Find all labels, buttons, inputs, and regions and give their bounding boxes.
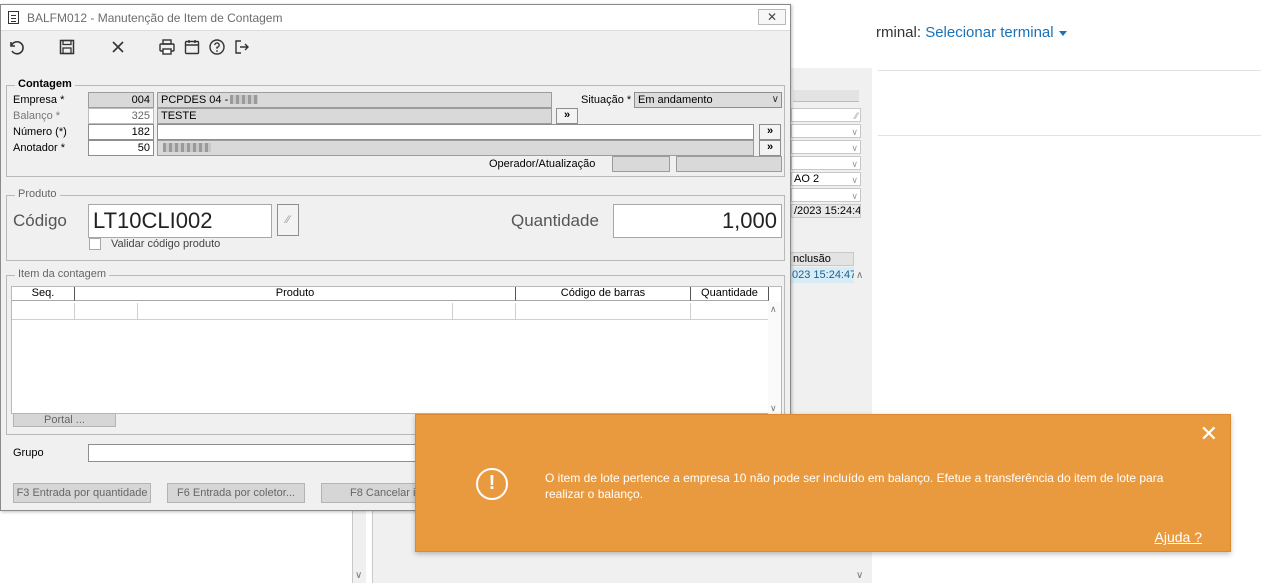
f6-entrada-coletor-button[interactable]: F6 Entrada por coletor... <box>167 483 305 503</box>
chevron-down-icon: ∨ <box>851 191 858 201</box>
table-cell[interactable] <box>691 303 769 320</box>
select-terminal-link[interactable]: Selecionar terminal <box>925 24 1053 41</box>
produto-title: Produto <box>15 188 60 200</box>
scroll-up-icon[interactable]: ∧ <box>856 270 863 281</box>
background-grid-header: nclusão <box>790 252 854 266</box>
table-cell[interactable] <box>12 303 75 320</box>
table-scrollbar[interactable]: ∧ ∨ <box>768 302 781 414</box>
codigo-field[interactable]: LT10CLI002 <box>88 204 272 238</box>
chevron-down-icon: ∨ <box>851 175 858 185</box>
terminal-label: rminal: <box>876 24 922 41</box>
numero-field[interactable]: 182 <box>88 124 154 140</box>
undo-icon[interactable] <box>7 38 27 58</box>
terminal-selector: rminal: Selecionar terminal <box>876 24 1067 41</box>
background-field[interactable]: ∨ <box>791 156 861 170</box>
save-icon[interactable] <box>58 38 78 58</box>
operador-field <box>612 156 670 172</box>
balanco-code-field: 325 <box>88 108 154 124</box>
anotador-code-field[interactable]: 50 <box>88 140 154 156</box>
chevron-down-icon: ∨ <box>851 143 858 153</box>
numero-description-field <box>157 124 754 140</box>
background-field[interactable]: ∨ <box>791 188 861 202</box>
codigo-label: Código <box>13 211 67 230</box>
chevron-down-icon: ∨ <box>771 94 779 105</box>
itens-title: Item da contagem <box>15 268 110 280</box>
print-icon[interactable] <box>158 38 178 58</box>
grupo-field[interactable] <box>88 444 418 462</box>
chevron-down-icon: ∨ <box>851 159 858 169</box>
close-window-button[interactable]: ✕ <box>758 9 786 25</box>
anotador-lookup-button[interactable]: » <box>759 140 781 156</box>
scroll-up-icon[interactable]: ∧ <box>770 304 777 315</box>
caret-down-icon[interactable] <box>1058 30 1067 36</box>
chevron-down-icon: ∨ <box>851 127 858 137</box>
chevron-down-icon: ⁄⁄ <box>854 111 858 121</box>
itens-table: Seq. Produto Código de barras Quantidade… <box>11 286 782 414</box>
error-toast: ✕ ! O item de lote pertence a empresa 10… <box>415 414 1231 552</box>
column-header-produto[interactable]: Produto <box>75 287 516 301</box>
help-icon[interactable] <box>208 38 228 58</box>
cancel-icon[interactable] <box>109 38 129 58</box>
redacted-text <box>163 143 211 152</box>
situacao-select[interactable]: Em andamento ∨ <box>634 92 782 108</box>
portal-button[interactable]: Portal ... <box>13 413 116 427</box>
toolbar <box>1 32 790 62</box>
scroll-down-icon[interactable]: ∨ <box>355 570 362 581</box>
table-cell[interactable] <box>75 303 138 320</box>
quantidade-label: Quantidade <box>511 211 599 230</box>
balanco-lookup-button[interactable]: » <box>556 108 578 124</box>
document-icon <box>8 11 19 24</box>
balanco-label: Balanço * <box>13 110 61 122</box>
calendar-icon[interactable] <box>183 38 203 58</box>
empresa-code-field: 004 <box>88 92 154 108</box>
background-field[interactable]: ⁄⁄ <box>791 108 861 122</box>
contagem-title: Contagem <box>15 78 75 90</box>
background-panel-header <box>793 90 859 102</box>
table-cell[interactable] <box>516 303 691 320</box>
alert-circle-icon: ! <box>476 468 508 500</box>
table-cell[interactable] <box>138 303 453 320</box>
table-cell[interactable] <box>453 303 516 320</box>
background-grid-row[interactable]: 023 15:24:47 <box>790 267 854 283</box>
background-field[interactable]: AO 2 ∨ <box>791 172 861 186</box>
toast-message: O item de lote pertence a empresa 10 não… <box>545 471 1164 501</box>
validar-label: Validar código produto <box>111 238 221 250</box>
balanco-name-field: TESTE <box>157 108 552 124</box>
f3-entrada-quantidade-button[interactable]: F3 Entrada por quantidade <box>13 483 151 503</box>
column-header-seq[interactable]: Seq. <box>12 287 75 301</box>
column-header-quantidade[interactable]: Quantidade <box>691 287 769 301</box>
redacted-text <box>230 95 259 104</box>
background-scrollbar[interactable]: ∨ <box>352 510 366 583</box>
grupo-label: Grupo <box>13 447 44 459</box>
scroll-down-icon[interactable]: ∨ <box>770 403 777 414</box>
quantidade-field[interactable]: 1,000 <box>613 204 782 238</box>
title-bar: BALFM012 - Manutenção de Item de Contage… <box>1 5 790 31</box>
header-divider <box>878 70 1261 71</box>
empresa-name-field: PCPDES 04 - <box>157 92 552 108</box>
anotador-label: Anotador * <box>13 142 65 154</box>
anotador-name-field <box>157 140 754 156</box>
atualizacao-field <box>676 156 782 172</box>
background-field[interactable]: ∨ <box>791 124 861 138</box>
background-field[interactable]: ∨ <box>791 140 861 154</box>
numero-label: Número (*) <box>13 126 67 138</box>
close-toast-icon[interactable]: ✕ <box>1200 423 1218 445</box>
numero-lookup-button[interactable]: » <box>759 124 781 140</box>
empresa-label: Empresa * <box>13 94 65 106</box>
background-timestamp: /2023 15:24:40 <box>791 204 861 218</box>
exit-icon[interactable] <box>233 38 253 58</box>
help-link[interactable]: Ajuda ? <box>1155 529 1202 545</box>
codigo-search-button[interactable]: ⁄⁄ <box>277 204 299 236</box>
window-title: BALFM012 - Manutenção de Item de Contage… <box>27 11 283 25</box>
column-header-codigo-barras[interactable]: Código de barras <box>516 287 691 301</box>
operador-label: Operador/Atualização <box>489 158 596 170</box>
section-divider <box>878 135 1261 136</box>
f8-cancelar-item-button[interactable]: F8 Cancelar it <box>321 483 419 503</box>
scroll-down-icon[interactable]: ∨ <box>856 570 863 581</box>
validar-checkbox[interactable] <box>89 238 101 250</box>
situacao-label: Situação * <box>581 94 632 106</box>
